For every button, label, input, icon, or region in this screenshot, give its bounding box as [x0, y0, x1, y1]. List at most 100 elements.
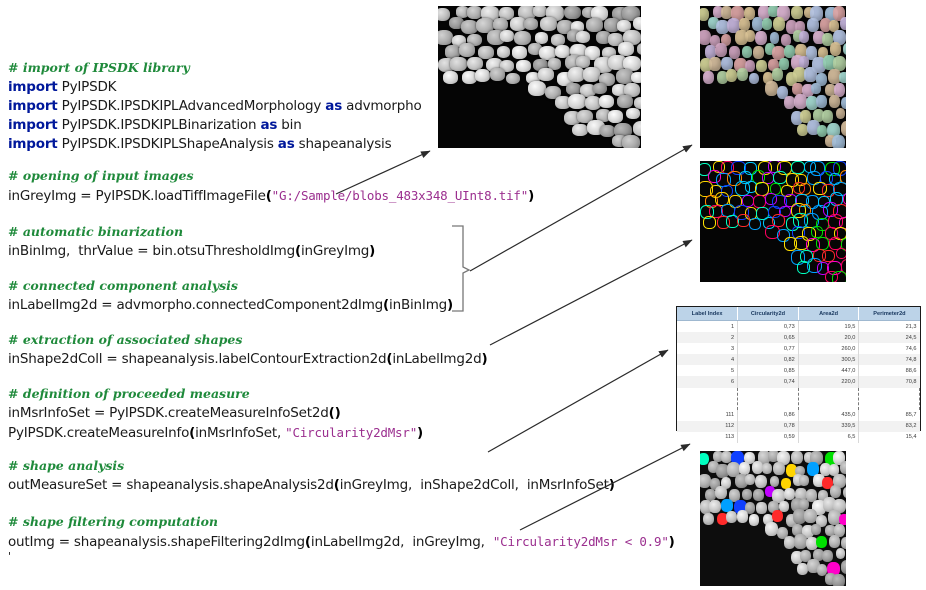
blob-shape [474, 69, 490, 83]
blob-shape [815, 236, 829, 250]
filter-expression-string: "Circularity2dMsr < 0.9" [492, 534, 669, 549]
paren-close: ) [668, 534, 675, 550]
table-cell: 83,2 [858, 420, 920, 432]
parens: () [328, 405, 341, 421]
blob-shape [840, 537, 846, 549]
blob-shape [438, 30, 454, 46]
code-line-import-bin: import PyIPSDK.IPSDKIPLBinarization as b… [8, 116, 422, 135]
blob-shape [442, 70, 458, 84]
blob-shape [839, 513, 846, 525]
table-cell: 220,0 [798, 376, 860, 388]
table-cell: 0,85 [737, 365, 799, 377]
blob-shape [749, 72, 760, 85]
keyword-import: import [8, 79, 58, 95]
blob-shape [840, 560, 846, 575]
blob-shape [799, 56, 810, 68]
code-block-binarization: # automatic binarization inBinImg, thrVa… [8, 222, 375, 261]
blob-shape [790, 6, 803, 20]
blob-shape [762, 462, 773, 474]
table-row[interactable]: 1 0,73 19,5 21,3 [677, 320, 920, 333]
blob-shape [840, 16, 846, 31]
blob-shape [843, 192, 846, 205]
trailing-quote: ' [8, 550, 11, 563]
blob-shape [593, 82, 607, 95]
measure-result-table[interactable]: Label Index Circularity2d Area2d Perimet… [676, 306, 921, 443]
argument: inLabelImg2d, inGreyImg, [310, 534, 493, 550]
blob-shape [636, 43, 641, 56]
blob-shape [632, 16, 641, 31]
blob-shape [831, 573, 845, 586]
blob-shape [752, 489, 764, 502]
table-row[interactable]: 6 0,74 220,0 70,8 [677, 376, 920, 388]
blob-shape [835, 247, 846, 260]
blob-shape [506, 72, 521, 85]
table-cell-ellipsis [858, 387, 920, 410]
table-cell: 15,4 [905, 434, 917, 441]
blob-shape [835, 107, 846, 120]
table-cell: 0,82 [737, 354, 799, 366]
table-cell: 0,65 [737, 332, 799, 344]
table-row[interactable]: 2 0,65 20,0 24,5 [677, 332, 920, 344]
table-cell: 24,5 [858, 332, 920, 344]
blob-shape [583, 67, 601, 82]
code-block-shape-filtering: # shape filtering computation outImg = s… [8, 512, 675, 562]
blob-shape [450, 57, 467, 71]
keyword-as: as [277, 136, 295, 152]
blob-shape [703, 216, 717, 230]
table-row[interactable]: 5 0,85 447,0 88,6 [677, 365, 920, 377]
call-expression: inMsrInfoSet = PyIPSDK.createMeasureInfo… [8, 405, 329, 421]
table-cell: 0,73 [737, 320, 799, 333]
table-cell: 0,77 [737, 343, 799, 355]
table-ellipsis-row [677, 387, 920, 410]
blob-shape [514, 30, 532, 46]
blob-shape [538, 68, 554, 82]
code-line-import-advmorpho: import PyIPSDK.IPSDKIPLAdvancedMorpholog… [8, 97, 422, 116]
comment-opening-input: # opening of input images [8, 168, 194, 183]
blob-shape [608, 110, 623, 123]
table-cell: 447,0 [798, 365, 860, 377]
paren-close: ) [528, 188, 535, 204]
call-expression: outImg = shapeanalysis.shapeFiltering2dI… [8, 534, 305, 550]
blob-shape [496, 45, 511, 58]
blob-shape [793, 93, 807, 109]
table-row[interactable]: 3 0,77 260,0 74,6 [677, 343, 920, 355]
blob-shape [737, 510, 749, 523]
blob-shape [726, 69, 738, 83]
blob-shape [568, 93, 587, 109]
code-line-create-measure-info-set: inMsrInfoSet = PyIPSDK.createMeasureInfo… [8, 404, 423, 423]
comment-shape-analysis: # shape analysis [8, 458, 125, 473]
blob-shape [586, 18, 603, 33]
blob-shape [708, 57, 721, 71]
table-row[interactable]: 4 0,82 300,5 74,8 [677, 354, 920, 366]
table-cell: 20,0 [798, 332, 860, 344]
blob-shape [773, 17, 786, 32]
table-cell: 19,5 [798, 320, 860, 333]
blob-shape [489, 68, 505, 82]
table-cell: 6,5 [798, 431, 860, 443]
blob-shape [804, 67, 817, 82]
comment-shape-extraction: # extraction of associated shapes [8, 332, 243, 347]
comment-import-library: # import of IPSDK library [8, 60, 190, 75]
table-row[interactable]: 113 0,59 6,5 15,4 [677, 431, 920, 443]
table-body: 1 0,73 19,5 21,3 2 0,65 20,0 24,5 3 0,77 260,0 74,6… [677, 320, 920, 443]
blob-shape [499, 29, 515, 42]
call-expression: inBinImg, thrValue = bin.otsuThresholdIm… [8, 243, 295, 259]
blob-shape [749, 514, 760, 526]
blob-shape [721, 56, 733, 70]
table-cell: 21,3 [905, 323, 917, 330]
table-row[interactable]: 111 0,86 435,0 85,7 [677, 409, 920, 421]
blob-shape [572, 123, 588, 137]
blob-shape [796, 123, 808, 137]
blob-shape [843, 43, 846, 56]
comment-measure-definition: # definition of proceeded measure [8, 386, 250, 401]
code-line-load-tiff: inGreyImg = PyIPSDK.loadTiffImageFile("G… [8, 186, 534, 206]
table-row[interactable]: 112 0,78 339,5 83,2 [677, 420, 920, 432]
module-name: PyIPSDK.IPSDKIPLAdvancedMorphology [57, 98, 326, 114]
blob-shape [756, 60, 767, 73]
column-header-label-index: Label Index [677, 307, 739, 321]
call-expression: inGreyImg = PyIPSDK.loadTiffImageFile [8, 188, 266, 204]
blob-shape [516, 60, 531, 73]
table-cell: 260,0 [798, 343, 860, 355]
call-expression: inLabelImg2d = advmorpho.connectedCompon… [8, 297, 384, 313]
code-block-shape-analysis: # shape analysis outMeasureSet = shapean… [8, 456, 615, 495]
